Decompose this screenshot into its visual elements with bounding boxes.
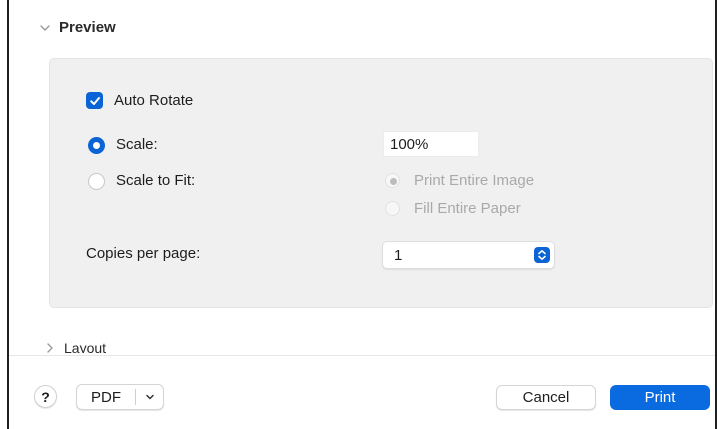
copies-per-page-label: Copies per page: [86, 245, 201, 262]
scale-percent-input[interactable]: 100% [383, 131, 479, 157]
checkmark-icon [89, 96, 100, 105]
layout-section-header[interactable]: Layout [44, 340, 107, 355]
scale-radio[interactable] [88, 137, 105, 154]
chevron-down-icon [39, 22, 51, 34]
stepper-icon [534, 247, 550, 263]
footer-divider [9, 355, 715, 356]
scale-to-fit-label: Scale to Fit: [116, 172, 196, 189]
copies-per-page-value: 1 [394, 247, 403, 264]
copies-per-page-select[interactable]: 1 [382, 241, 555, 269]
chevron-right-icon [44, 342, 56, 354]
scale-to-fit-radio[interactable] [88, 173, 105, 190]
window-border-left [7, 0, 9, 429]
pdf-menu-button[interactable]: PDF [76, 384, 164, 410]
print-entire-image-radio[interactable] [385, 173, 400, 188]
cancel-button[interactable]: Cancel [496, 385, 596, 410]
auto-rotate-label: Auto Rotate [114, 92, 194, 109]
print-entire-image-label: Print Entire Image [414, 172, 535, 189]
preview-section-header[interactable]: Preview [39, 19, 116, 36]
fill-entire-paper-radio[interactable] [385, 201, 400, 216]
fill-entire-paper-label: Fill Entire Paper [414, 200, 521, 217]
pdf-button-label: PDF [91, 388, 121, 406]
auto-rotate-checkbox[interactable] [86, 92, 103, 109]
pdf-menu-chevron-icon[interactable] [136, 393, 163, 401]
print-button[interactable]: Print [610, 385, 710, 410]
scale-label: Scale: [116, 136, 158, 153]
layout-section-title: Layout [64, 340, 107, 355]
help-button[interactable]: ? [34, 385, 57, 408]
preview-section-title: Preview [59, 19, 116, 36]
